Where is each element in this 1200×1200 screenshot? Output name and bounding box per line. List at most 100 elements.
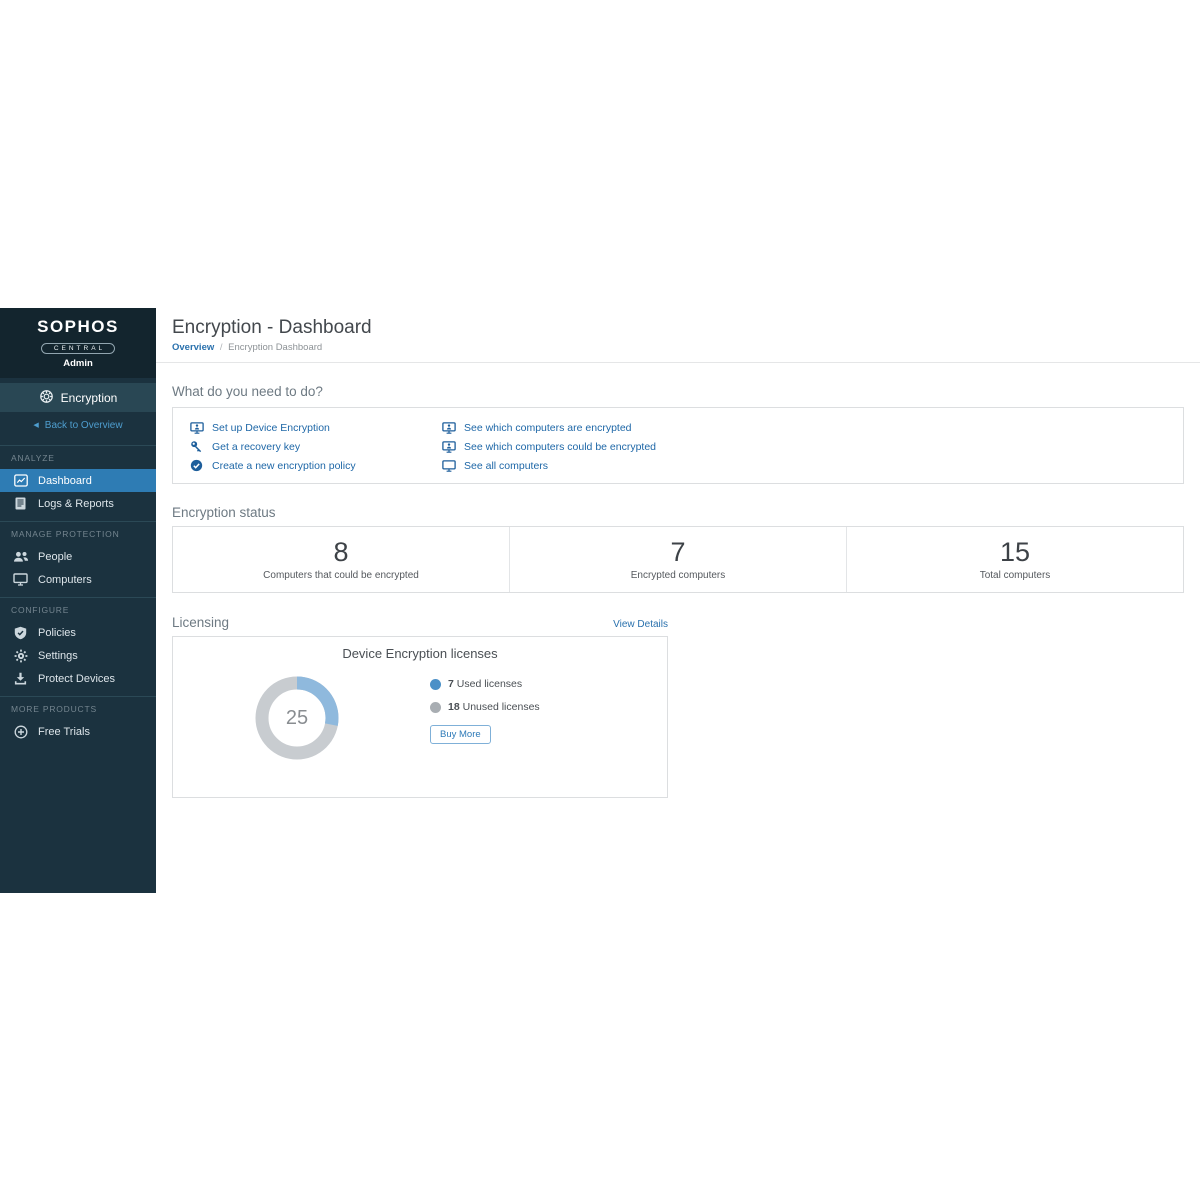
brand-name: SOPHOS bbox=[0, 317, 156, 337]
people-icon bbox=[12, 551, 29, 563]
stat-value: 7 bbox=[670, 538, 685, 566]
gear-icon bbox=[12, 649, 29, 663]
link-see-all-computers[interactable]: See all computers bbox=[441, 456, 656, 475]
todo-link-label: See all computers bbox=[464, 460, 548, 472]
sidebar-item-logs-reports[interactable]: Logs & Reports bbox=[0, 492, 156, 515]
sidebar-item-label: Settings bbox=[38, 650, 78, 662]
breadcrumb-separator: / bbox=[220, 342, 223, 353]
monitor-user-icon bbox=[189, 422, 204, 434]
chevron-left-icon: ◀ bbox=[33, 422, 38, 429]
link-see-could-be-encrypted[interactable]: See which computers could be encrypted bbox=[441, 437, 656, 456]
stat-total-computers: 15 Total computers bbox=[846, 527, 1183, 592]
sophos-logo: SOPHOS CENTRAL Admin bbox=[0, 308, 156, 378]
licensing-header: Licensing View Details bbox=[172, 615, 668, 630]
legend-unused-licenses: 18 Unused licenses bbox=[430, 701, 540, 713]
app-window: SOPHOS CENTRAL Admin Encryption ◀ Back t… bbox=[0, 308, 1200, 893]
breadcrumb-current: Encryption Dashboard bbox=[228, 342, 322, 353]
buy-more-button[interactable]: Buy More bbox=[430, 725, 491, 744]
sidebar-item-protect-devices[interactable]: Protect Devices bbox=[0, 667, 156, 690]
link-create-encryption-policy[interactable]: Create a new encryption policy bbox=[189, 456, 356, 475]
legend-label: Used licenses bbox=[457, 678, 522, 690]
computer-icon bbox=[12, 573, 29, 586]
plus-circle-icon bbox=[12, 725, 29, 739]
todo-link-label: Get a recovery key bbox=[212, 441, 300, 453]
stat-label: Total computers bbox=[980, 570, 1051, 581]
sidebar-item-dashboard[interactable]: Dashboard bbox=[0, 469, 156, 492]
sidebar-item-settings[interactable]: Settings bbox=[0, 644, 156, 667]
monitor-user-icon bbox=[441, 422, 456, 434]
todo-link-label: See which computers are encrypted bbox=[464, 422, 632, 434]
sidebar-section-manage-protection: MANAGE PROTECTION People Computers bbox=[0, 521, 156, 591]
sidebar-item-free-trials[interactable]: Free Trials bbox=[0, 720, 156, 743]
todo-link-label: Set up Device Encryption bbox=[212, 422, 330, 434]
license-card: Device Encryption licenses 25 7 Used lic… bbox=[172, 636, 668, 798]
sidebar-item-label: Dashboard bbox=[38, 475, 92, 487]
todo-link-label: Create a new encryption policy bbox=[212, 460, 356, 472]
sidebar-section-configure: CONFIGURE Policies Settings Protect Devi… bbox=[0, 597, 156, 690]
central-badge: CENTRAL bbox=[41, 343, 115, 354]
context-encryption: Encryption bbox=[0, 383, 156, 412]
todo-heading: What do you need to do? bbox=[172, 384, 1184, 399]
badge-check-icon bbox=[189, 459, 204, 472]
used-licenses-dot-icon bbox=[430, 679, 441, 690]
breadcrumb: Overview / Encryption Dashboard bbox=[172, 342, 1184, 362]
sidebar-section-more-products: MORE PRODUCTS Free Trials bbox=[0, 696, 156, 743]
sidebar-item-label: Logs & Reports bbox=[38, 498, 114, 510]
legend-value: 7 bbox=[448, 678, 454, 690]
donut-total-label: 25 bbox=[255, 676, 339, 760]
stat-label: Encrypted computers bbox=[631, 570, 726, 581]
admin-label: Admin bbox=[0, 358, 156, 369]
sidebar-section-analyze: ANALYZE Dashboard Logs & Reports bbox=[0, 445, 156, 515]
license-card-title: Device Encryption licenses bbox=[173, 646, 667, 661]
todo-card: Set up Device Encryption Get a recovery … bbox=[172, 407, 1184, 484]
stat-encrypted-computers: 7 Encrypted computers bbox=[509, 527, 846, 592]
context-label: Encryption bbox=[61, 391, 118, 405]
todo-right-column: See which computers are encrypted See wh… bbox=[441, 418, 656, 475]
sidebar-item-policies[interactable]: Policies bbox=[0, 621, 156, 644]
sidebar: SOPHOS CENTRAL Admin Encryption ◀ Back t… bbox=[0, 308, 156, 893]
section-label: MANAGE PROTECTION bbox=[0, 522, 156, 545]
todo-left-column: Set up Device Encryption Get a recovery … bbox=[189, 418, 356, 475]
sidebar-item-computers[interactable]: Computers bbox=[0, 568, 156, 591]
stat-label: Computers that could be encrypted bbox=[263, 570, 419, 581]
key-icon bbox=[189, 440, 204, 453]
page-title: Encryption - Dashboard bbox=[172, 317, 1184, 339]
legend-value: 18 bbox=[448, 701, 460, 713]
legend-used-licenses: 7 Used licenses bbox=[430, 678, 540, 690]
monitor-user-icon bbox=[441, 441, 456, 453]
dashboard-icon bbox=[12, 474, 29, 487]
sidebar-item-label: Policies bbox=[38, 627, 76, 639]
logs-report-icon bbox=[12, 497, 29, 510]
stat-value: 15 bbox=[1000, 538, 1030, 566]
section-label: CONFIGURE bbox=[0, 598, 156, 621]
page-header: Encryption - Dashboard Overview / Encryp… bbox=[156, 308, 1200, 362]
link-get-recovery-key[interactable]: Get a recovery key bbox=[189, 437, 356, 456]
shield-check-icon bbox=[12, 626, 29, 640]
breadcrumb-overview-link[interactable]: Overview bbox=[172, 342, 214, 353]
link-setup-device-encryption[interactable]: Set up Device Encryption bbox=[189, 418, 356, 437]
unused-licenses-dot-icon bbox=[430, 702, 441, 713]
license-legend: 7 Used licenses 18 Unused licenses Buy M… bbox=[430, 678, 540, 744]
licensing-heading: Licensing bbox=[172, 615, 229, 630]
main-content: Encryption - Dashboard Overview / Encryp… bbox=[156, 308, 1200, 798]
todo-link-label: See which computers could be encrypted bbox=[464, 441, 656, 453]
view-details-link[interactable]: View Details bbox=[613, 619, 668, 630]
stat-value: 8 bbox=[333, 538, 348, 566]
link-see-encrypted-computers[interactable]: See which computers are encrypted bbox=[441, 418, 656, 437]
sidebar-item-label: Protect Devices bbox=[38, 673, 115, 685]
sidebar-item-label: Free Trials bbox=[38, 726, 90, 738]
back-link-label: Back to Overview bbox=[45, 420, 123, 431]
back-to-overview-link[interactable]: ◀ Back to Overview bbox=[0, 412, 156, 439]
sidebar-item-people[interactable]: People bbox=[0, 545, 156, 568]
sidebar-item-label: Computers bbox=[38, 574, 92, 586]
license-donut-chart: 25 bbox=[255, 676, 339, 760]
monitor-icon bbox=[441, 460, 456, 472]
encryption-wheel-icon bbox=[39, 389, 54, 407]
status-card: 8 Computers that could be encrypted 7 En… bbox=[172, 526, 1184, 593]
download-icon bbox=[12, 672, 29, 685]
section-label: MORE PRODUCTS bbox=[0, 697, 156, 720]
status-heading: Encryption status bbox=[172, 505, 1184, 520]
legend-label: Unused licenses bbox=[463, 701, 540, 713]
section-label: ANALYZE bbox=[0, 446, 156, 469]
sidebar-item-label: People bbox=[38, 551, 72, 563]
